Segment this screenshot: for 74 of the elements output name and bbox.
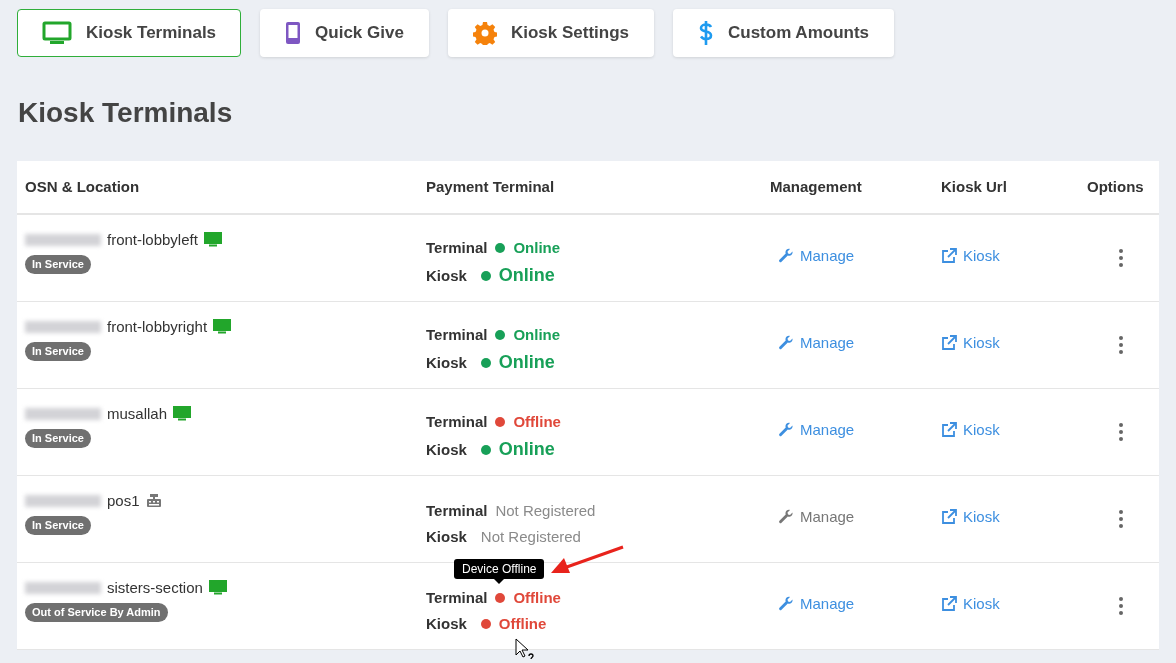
tab[interactable]: Custom Amounts	[673, 9, 895, 57]
column-header: Options	[1087, 177, 1144, 195]
service-badge: Out of Service By Admin	[25, 603, 168, 622]
monitor-icon	[42, 21, 72, 45]
status-text: Online	[513, 324, 561, 345]
status-text: Not Registered	[480, 526, 581, 547]
status-text: Online	[513, 237, 561, 258]
location-name: pos1	[107, 490, 140, 511]
kiosk-label: Kiosk	[426, 265, 467, 286]
kiosk-link[interactable]: Kiosk	[941, 592, 1000, 616]
page-title: Kiosk Terminals	[18, 96, 234, 130]
terminal-label: Terminal	[426, 501, 488, 521]
kiosk-label: Kiosk	[426, 439, 467, 460]
more-options-icon[interactable]	[1117, 247, 1125, 269]
wrench-icon	[778, 509, 794, 526]
manage-link[interactable]: Manage	[778, 418, 855, 442]
terminal-label: Terminal	[426, 237, 488, 258]
external-link-icon	[941, 248, 957, 265]
status-text: Offline	[513, 411, 561, 432]
column-header: OSN & Location	[25, 177, 140, 195]
tab[interactable]: Kiosk Settings	[447, 9, 654, 57]
wrench-icon	[778, 422, 794, 439]
gear-icon	[472, 21, 497, 45]
location-name: sisters-section	[107, 577, 203, 598]
tooltip: Device Offline	[454, 559, 545, 584]
external-link-icon	[941, 335, 957, 352]
more-options-icon[interactable]	[1117, 508, 1125, 530]
kiosk-link[interactable]: Kiosk	[941, 331, 1000, 355]
service-badge: In Service	[25, 516, 91, 535]
kiosk-label: Kiosk	[426, 613, 467, 634]
phone-icon	[285, 21, 302, 45]
wrench-icon	[778, 248, 794, 265]
service-badge: In Service	[25, 429, 91, 448]
monitor-icon	[208, 580, 227, 596]
wrench-icon	[778, 596, 794, 613]
kiosk-link[interactable]: Kiosk	[941, 244, 1000, 268]
kiosk-label: Kiosk	[426, 352, 467, 373]
status-text: Offline	[513, 588, 561, 608]
external-link-icon	[941, 509, 957, 526]
more-options-icon[interactable]	[1117, 595, 1125, 617]
kiosk-link[interactable]: Kiosk	[941, 418, 1000, 442]
tab[interactable]: Quick Give	[260, 9, 429, 57]
wrench-icon	[778, 335, 794, 352]
column-header: Management	[770, 177, 862, 195]
status-text: Offline	[498, 613, 547, 634]
terminal-label: Terminal	[426, 324, 488, 345]
monitor-icon	[213, 319, 232, 335]
column-header: Payment Terminal	[426, 177, 555, 195]
external-link-icon	[941, 422, 957, 439]
monitor-icon	[173, 406, 192, 422]
manage-link[interactable]: Manage	[778, 244, 855, 268]
status-text: Not Registered	[495, 501, 596, 521]
dollar-icon	[698, 20, 714, 46]
location-name: musallah	[107, 403, 168, 424]
status-text: Online	[498, 351, 555, 375]
terminal-label: Terminal	[426, 411, 488, 432]
terminal-label: Terminal	[426, 588, 488, 608]
status-text: Online	[498, 264, 555, 288]
location-name: front-lobbyright	[107, 316, 208, 337]
more-options-icon[interactable]	[1117, 421, 1125, 443]
tab[interactable]: Kiosk Terminals	[17, 9, 242, 57]
column-header: Kiosk Url	[941, 177, 1007, 195]
monitor-icon	[203, 232, 222, 248]
location-name: front-lobbyleft	[107, 229, 198, 250]
more-options-icon[interactable]	[1117, 334, 1125, 356]
status-text: Online	[498, 438, 555, 462]
kiosk-link[interactable]: Kiosk	[941, 505, 1000, 529]
kiosk-label: Kiosk	[426, 526, 467, 547]
manage-link[interactable]: Manage	[778, 331, 855, 355]
service-badge: In Service	[25, 342, 91, 361]
cash-register-icon	[145, 493, 162, 509]
service-badge: In Service	[25, 255, 91, 274]
manage-link[interactable]: Manage	[778, 592, 855, 616]
external-link-icon	[941, 596, 957, 613]
